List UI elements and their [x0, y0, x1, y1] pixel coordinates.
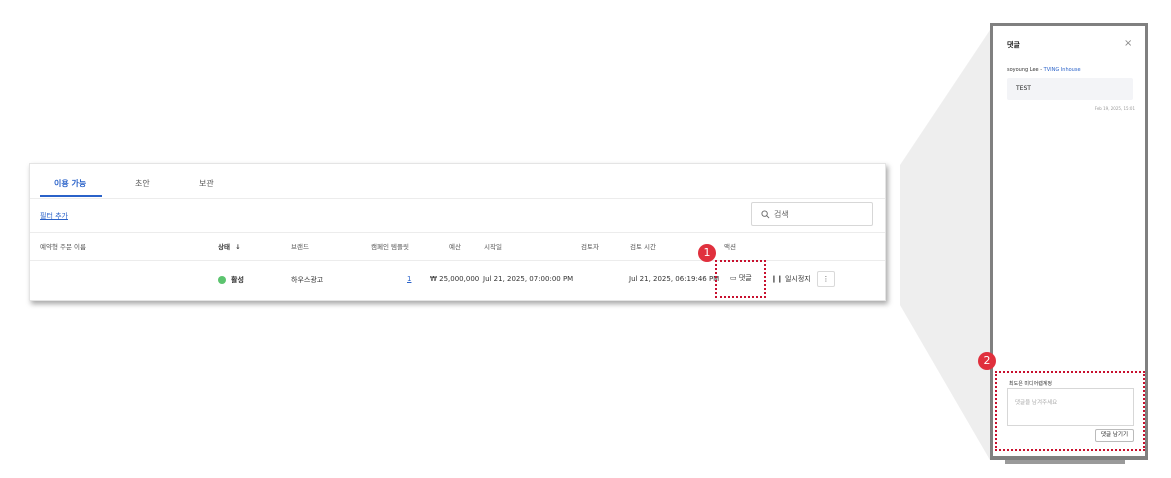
- cell-start-date: Jul 21, 2025, 07:00:00 PM: [483, 275, 574, 283]
- divider: [30, 232, 885, 233]
- col-header-start-date: 시작일: [484, 243, 502, 251]
- sort-arrow-icon: ↓: [235, 243, 241, 251]
- tab-bar: 이용 가능 초안 보관: [30, 164, 885, 199]
- col-header-brand: 브랜드: [291, 243, 309, 251]
- more-icon: ⋮: [822, 275, 830, 283]
- callout-box-comment: [715, 260, 766, 298]
- col-header-reviewer: 검토자: [581, 243, 599, 251]
- tab-archive[interactable]: 보관: [199, 178, 214, 189]
- comment-author-org: TVING Inhouse: [1043, 67, 1081, 73]
- col-header-budget: 예산: [449, 243, 461, 251]
- comment-author-name: soyoung Lee: [1007, 67, 1039, 73]
- col-header-actions: 액션: [724, 243, 736, 251]
- pause-button[interactable]: ❙❙ 일시정지: [771, 272, 811, 286]
- callout-badge-2: 2: [978, 352, 996, 370]
- col-header-name: 예약형 주문 이름: [40, 243, 86, 251]
- more-menu-button[interactable]: ⋮: [817, 271, 835, 287]
- search-input[interactable]: 검색: [751, 202, 873, 226]
- comment-author: soyoung Lee - TVING Inhouse: [1007, 67, 1081, 73]
- cell-status: 활성: [231, 276, 244, 284]
- col-header-status-label: 상태: [218, 243, 230, 251]
- panel-shadow: [1005, 460, 1125, 464]
- comment-bubble: TEST: [1007, 78, 1133, 100]
- search-icon: [761, 210, 770, 219]
- callout-box-comment-input: [995, 371, 1145, 451]
- pause-icon: ❙❙: [771, 275, 783, 283]
- comment-text: TEST: [1016, 85, 1031, 92]
- col-header-status[interactable]: 상태 ↓: [218, 241, 241, 251]
- close-icon[interactable]: ×: [1124, 38, 1132, 49]
- tab-draft[interactable]: 초안: [135, 178, 150, 189]
- col-header-campaign-templates: 캠페인 템플릿: [371, 243, 409, 251]
- cell-brand: 하우스광고: [291, 276, 324, 284]
- cell-budget: ₩ 25,000,000: [430, 275, 480, 283]
- search-placeholder: 검색: [774, 210, 789, 219]
- active-tab-indicator: [40, 195, 102, 197]
- panel-title: 댓글: [1007, 41, 1020, 49]
- tab-available[interactable]: 이용 가능: [54, 178, 86, 189]
- col-header-review-time: 검토 시간: [630, 243, 656, 251]
- campaign-templates-link[interactable]: 1: [407, 275, 411, 283]
- comment-timestamp: Feb 19, 2025, 15:01: [1094, 106, 1135, 111]
- callout-badge-1: 1: [698, 244, 716, 262]
- add-filter-link[interactable]: 필터 추가: [40, 211, 68, 221]
- status-dot-icon: [218, 276, 226, 284]
- cell-review-time: Jul 21, 2025, 06:19:46 PM: [629, 275, 720, 283]
- pause-button-label: 일시정지: [784, 275, 811, 283]
